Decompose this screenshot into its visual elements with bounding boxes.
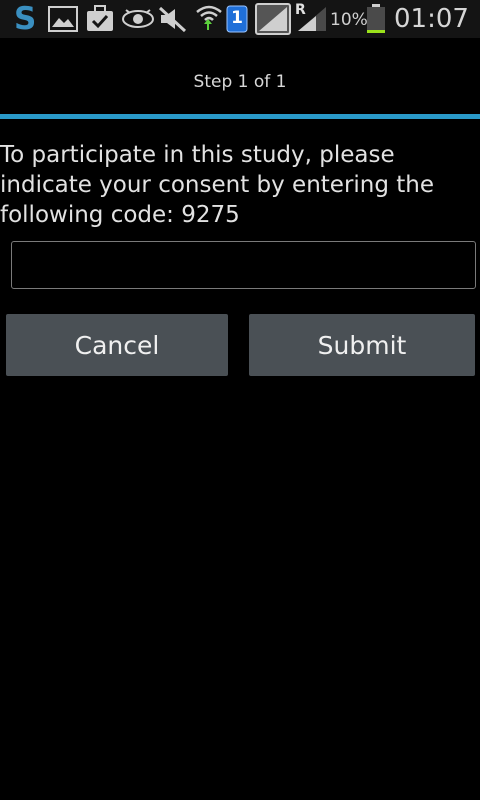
- mute-icon: [158, 5, 188, 37]
- badge-count: 1: [231, 8, 243, 28]
- submit-button[interactable]: Submit: [249, 314, 475, 376]
- page-title: Step 1 of 1: [193, 72, 287, 92]
- notification-badge-icon: 1: [226, 5, 248, 37]
- signal-bars-icon: [296, 5, 328, 37]
- gallery-icon: [48, 6, 78, 36]
- battery-icon: [366, 4, 386, 38]
- clock: 01:07: [394, 4, 469, 34]
- svg-text:S: S: [14, 1, 36, 35]
- status-bar: S 1 R 10% 01:07: [0, 0, 480, 38]
- signal-sim-icon: [255, 3, 291, 39]
- eye-icon: [121, 8, 155, 34]
- header-divider: [0, 114, 480, 119]
- battery-percent: 10%: [330, 10, 368, 30]
- cancel-button[interactable]: Cancel: [6, 314, 228, 376]
- wifi-icon: [195, 2, 223, 36]
- consent-code-input[interactable]: [11, 241, 476, 289]
- s-icon: S: [12, 1, 42, 39]
- consent-instructions: To participate in this study, please ind…: [0, 142, 435, 228]
- briefcase-check-icon: [86, 3, 114, 37]
